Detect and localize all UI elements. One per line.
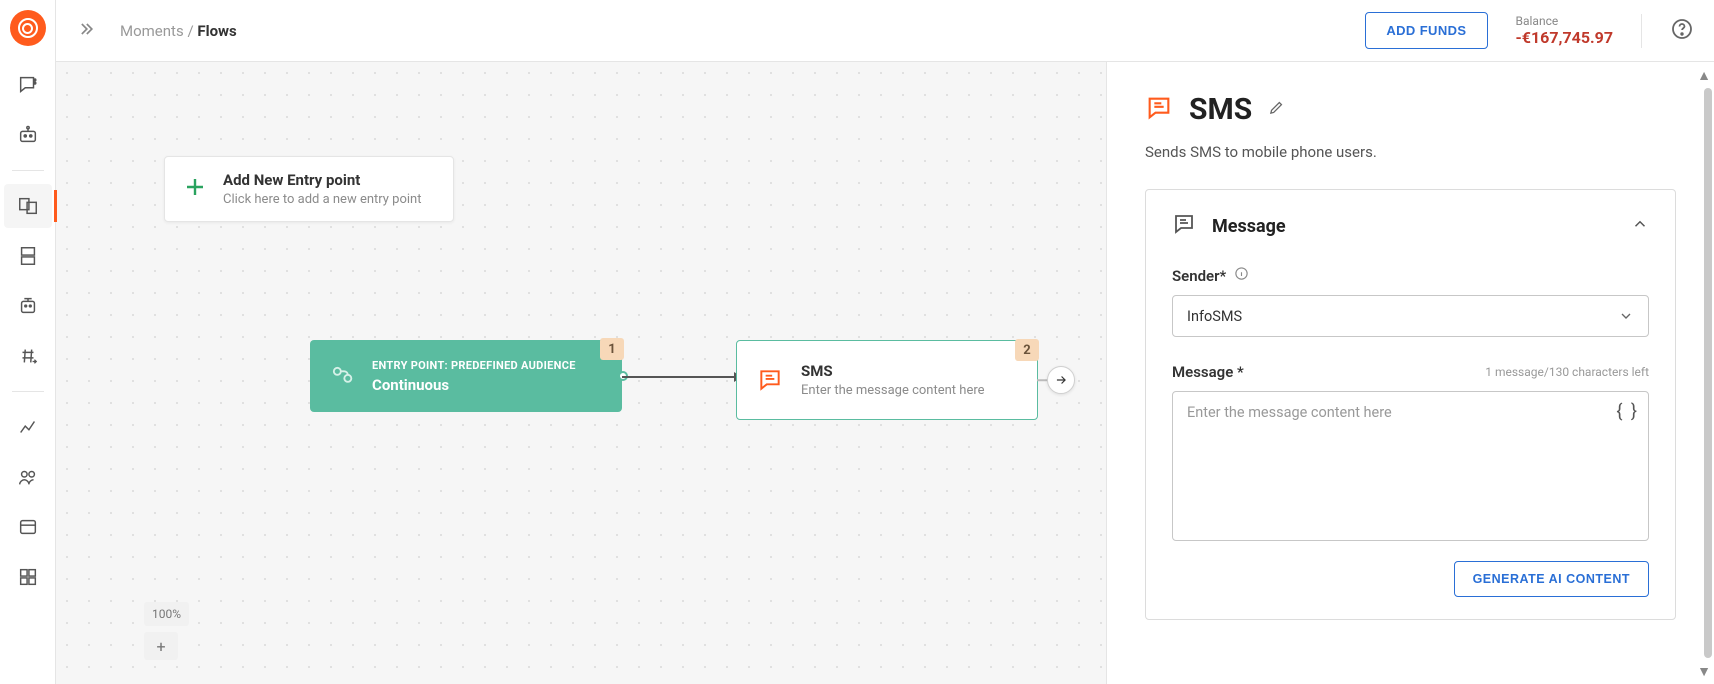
chevron-down-icon (1618, 308, 1634, 324)
nav-tags-icon[interactable] (4, 334, 52, 378)
add-funds-button[interactable]: ADD FUNDS (1365, 12, 1487, 49)
sender-info-button[interactable] (1234, 266, 1249, 285)
help-circle-icon (1670, 17, 1694, 41)
badge-icon (17, 516, 39, 538)
rail-divider (12, 391, 44, 392)
message-textarea[interactable] (1172, 391, 1649, 541)
nav-chat-icon[interactable] (4, 63, 52, 107)
chevron-double-right-icon (76, 19, 96, 39)
message-section-title: Message (1212, 216, 1615, 237)
rename-button[interactable] (1268, 99, 1285, 120)
sms-icon (755, 365, 785, 395)
nav-grid-icon[interactable] (4, 555, 52, 599)
chart-line-icon (17, 416, 39, 438)
sender-select[interactable]: InfoSMS (1172, 295, 1649, 337)
message-section: Message Sender* (1145, 189, 1676, 620)
collapse-section-button[interactable] (1631, 215, 1649, 237)
add-entry-subtitle: Click here to add a new entry point (223, 192, 421, 207)
zoom-controls: 100% + (144, 602, 189, 660)
people-icon (17, 466, 39, 488)
nav-flows-icon[interactable] (4, 184, 52, 228)
entry-node-value: Continuous (372, 376, 576, 394)
sms-node-out-port[interactable] (1047, 366, 1075, 394)
bot-icon (17, 124, 39, 146)
message-counter: 1 message/130 characters left (1485, 365, 1649, 379)
add-entry-title: Add New Entry point (223, 171, 421, 189)
sender-label: Sender* (1172, 266, 1249, 285)
expand-rail-button[interactable] (76, 19, 96, 43)
header-divider (1641, 14, 1642, 48)
entry-node-label: ENTRY POINT: PREDEFINED AUDIENCE (372, 359, 576, 372)
nav-robot-icon[interactable] (4, 284, 52, 328)
rail-divider (12, 170, 44, 171)
sms-icon (1145, 94, 1173, 126)
message-label: Message * (1172, 363, 1244, 381)
flows-icon (17, 195, 39, 217)
left-nav-rail (0, 0, 56, 684)
pencil-icon (1268, 99, 1285, 116)
nav-templates-icon[interactable] (4, 234, 52, 278)
plus-icon (183, 175, 207, 203)
robot-icon (17, 295, 39, 317)
grid-icon (17, 566, 39, 588)
zoom-in-button[interactable]: + (144, 632, 178, 660)
brand-logo[interactable] (10, 10, 46, 46)
zoom-level[interactable]: 100% (144, 602, 189, 626)
panel-description: Sends SMS to mobile phone users. (1145, 143, 1676, 161)
panel-title: SMS (1189, 92, 1252, 127)
balance-label: Balance (1516, 14, 1614, 28)
sms-node[interactable]: SMS Enter the message content here 2 (736, 340, 1038, 420)
arrow-right-icon (1054, 373, 1068, 387)
balance-display: Balance -€167,745.97 (1516, 14, 1614, 47)
entry-node-badge: 1 (600, 338, 624, 360)
message-section-icon (1172, 212, 1196, 240)
nav-bot-icon[interactable] (4, 113, 52, 157)
insert-variable-button[interactable]: { } (1616, 401, 1639, 422)
chevron-up-icon (1631, 215, 1649, 233)
generate-ai-content-button[interactable]: GENERATE AI CONTENT (1454, 561, 1649, 597)
details-panel: SMS Sends SMS to mobile phone users. Mes… (1106, 62, 1714, 684)
top-header: Moments / Flows ADD FUNDS Balance -€167,… (56, 0, 1714, 62)
nav-people-icon[interactable] (4, 455, 52, 499)
help-button[interactable] (1670, 17, 1694, 45)
flow-canvas[interactable]: Add New Entry point Click here to add a … (56, 62, 1106, 684)
audience-icon (328, 362, 356, 390)
sms-node-badge: 2 (1015, 339, 1039, 361)
hash-icon (17, 345, 39, 367)
breadcrumb-parent[interactable]: Moments (120, 22, 184, 40)
chat-bubble-icon (17, 74, 39, 96)
breadcrumb-current: Flows (197, 22, 236, 40)
add-entry-point-card[interactable]: Add New Entry point Click here to add a … (164, 156, 454, 222)
nav-analytics-icon[interactable] (4, 405, 52, 449)
scroll-track[interactable] (1704, 88, 1712, 658)
flow-connector (622, 376, 744, 378)
breadcrumb: Moments / Flows (120, 22, 237, 40)
balance-value: -€167,745.97 (1516, 28, 1614, 47)
nav-card-icon[interactable] (4, 505, 52, 549)
sms-node-title: SMS (801, 362, 985, 380)
sms-node-subtitle: Enter the message content here (801, 383, 985, 398)
sender-selected-value: InfoSMS (1187, 308, 1242, 325)
scroll-up-button[interactable]: ▲ (1693, 64, 1714, 86)
entry-point-node[interactable]: ENTRY POINT: PREDEFINED AUDIENCE Continu… (310, 340, 622, 412)
info-circle-icon (1234, 266, 1249, 281)
scroll-down-button[interactable]: ▼ (1693, 660, 1714, 682)
layers-icon (17, 245, 39, 267)
